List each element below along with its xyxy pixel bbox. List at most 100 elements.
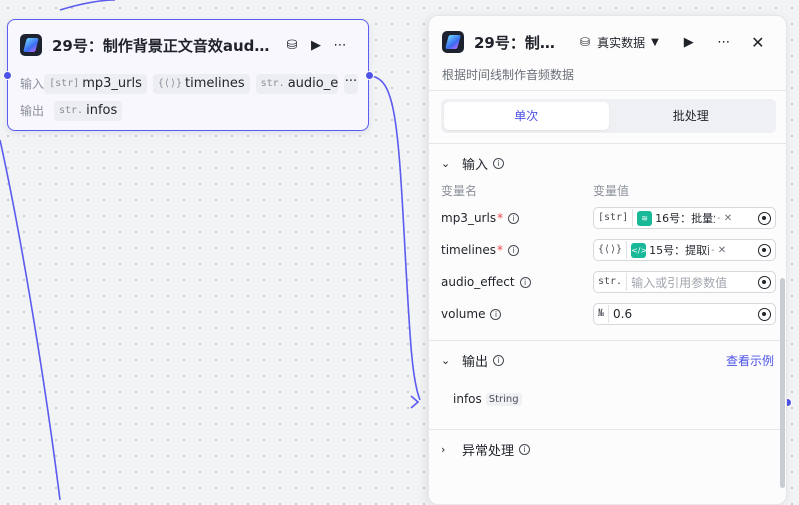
- section-title: 异常处理: [462, 443, 515, 459]
- variable-name-text: timelines: [441, 243, 497, 257]
- divider: [429, 90, 786, 91]
- variable-row-audio-effect: audio_effect i str. 输入或引用参数值: [429, 266, 786, 298]
- node-outputs-row: 输出 str. infos: [8, 97, 368, 124]
- required-marker: *: [497, 243, 504, 257]
- reference-target-icon[interactable]: [758, 243, 771, 257]
- input-chip-timelines: {⟨⟩} timelines: [152, 73, 250, 94]
- database-icon[interactable]: ⛁: [280, 38, 304, 53]
- variable-name-text: audio_effect: [441, 275, 515, 289]
- output-port[interactable]: [365, 71, 374, 80]
- required-marker: *: [497, 211, 504, 225]
- panel-description: 根据时间线制作音频数据: [442, 68, 575, 82]
- input-chip-audio-effect: str.audio_effec: [255, 73, 338, 94]
- type-icon: str.: [260, 78, 285, 89]
- variable-name: timelines * i: [441, 243, 593, 257]
- clear-icon[interactable]: ✕: [718, 245, 726, 256]
- output-chip-infos: str. infos: [54, 100, 123, 121]
- input-value: 0.6: [613, 307, 633, 321]
- chip-label: timelines: [185, 76, 245, 91]
- data-mode-select[interactable]: ⛁ 真实数据 ▼: [580, 34, 659, 51]
- close-icon[interactable]: ✕: [749, 33, 767, 52]
- variable-input-field[interactable]: str. 输入或引用参数值: [593, 271, 776, 293]
- node-inputs-row: 输入 [str] mp3_urls {⟨⟩} timelines str. audio…: [8, 70, 368, 97]
- panel-header: 29号：制… ⛁ 真实数据 ▼ ▶ ⋯ ✕: [429, 16, 786, 68]
- output-name: infos: [453, 392, 482, 406]
- input-section-header[interactable]: ⌄ 输入 i: [429, 144, 786, 182]
- type-icon: {⟨⟩}: [157, 78, 182, 89]
- more-inputs-button[interactable]: ···: [343, 73, 359, 94]
- node-title: 29号：制作背景正文音效aud…: [52, 36, 270, 55]
- reference-target-icon[interactable]: [758, 275, 771, 289]
- layers-icon: ≋: [637, 210, 653, 226]
- type-icon: №: [598, 305, 610, 323]
- error-section-header[interactable]: › 异常处理 i: [429, 430, 786, 468]
- reference-target-icon[interactable]: [758, 211, 771, 225]
- info-icon[interactable]: i: [519, 443, 531, 455]
- code-icon: </>: [631, 242, 647, 258]
- variable-name: mp3_urls * i: [441, 211, 593, 225]
- dash-icon: -: [711, 244, 715, 256]
- more-options-button[interactable]: ⋯: [715, 35, 733, 50]
- tab-batch[interactable]: 批处理: [609, 102, 774, 130]
- variable-column-headers: 变量名 变量值: [429, 182, 786, 202]
- variable-name: audio_effect i: [441, 275, 593, 289]
- node-settings-panel: 29号：制… ⛁ 真实数据 ▼ ▶ ⋯ ✕ 根据时间线制作音频数据 单次 批处理…: [428, 15, 787, 505]
- run-node-button[interactable]: ▶: [304, 38, 328, 53]
- variable-row-timelines: timelines* i {⟨⟩} </> 15号：提取配… - ✕: [429, 234, 786, 266]
- placeholder-text: 输入或引用参数值: [631, 275, 728, 290]
- variable-row-mp3-urls: mp3_urls* i [str] ≋ 16号：批量生… - ✕: [429, 202, 786, 234]
- input-label: 输入: [20, 77, 45, 91]
- type-icon: [str]: [598, 209, 634, 227]
- chevron-down-icon: ⌄: [441, 353, 451, 367]
- reference-target-icon[interactable]: [758, 307, 771, 321]
- panel-scrollbar[interactable]: [780, 278, 785, 488]
- input-port[interactable]: [3, 71, 12, 80]
- info-icon[interactable]: i: [519, 276, 531, 288]
- section-title: 输出: [462, 354, 489, 370]
- view-example-link[interactable]: 查看示例: [726, 352, 774, 369]
- variable-name: volume i: [441, 307, 593, 321]
- variable-ref-field[interactable]: {⟨⟩} </> 15号：提取配… - ✕: [593, 239, 776, 261]
- dash-icon: -: [717, 212, 721, 224]
- input-chip-mp3-urls: [str] mp3_urls: [44, 73, 147, 94]
- variable-name-text: volume: [441, 307, 486, 321]
- output-label: 输出: [20, 104, 45, 118]
- clear-icon[interactable]: ✕: [724, 213, 732, 224]
- col-value-header: 变量值: [593, 184, 630, 198]
- chip-label: mp3_urls: [82, 76, 142, 91]
- info-icon[interactable]: i: [493, 354, 505, 366]
- info-icon[interactable]: i: [490, 308, 502, 320]
- run-mode-tabs: 单次 批处理: [441, 99, 776, 133]
- info-icon[interactable]: i: [508, 244, 520, 256]
- reference-value: 16号：批量生…: [655, 212, 715, 225]
- panel-title: 29号：制…: [474, 33, 555, 52]
- workflow-node-29[interactable]: 29号：制作背景正文音效aud… ⛁ ▶ ⋯ 输入 [str] mp3_urls …: [7, 19, 369, 131]
- run-button[interactable]: ▶: [681, 35, 697, 50]
- database-icon: ⛁: [580, 35, 591, 49]
- more-options-button[interactable]: ⋯: [328, 38, 352, 53]
- output-item: infos String: [429, 379, 786, 419]
- plugin-logo-icon: [20, 34, 42, 56]
- chevron-right-icon: ›: [441, 442, 446, 456]
- type-icon: str.: [598, 273, 628, 291]
- info-icon[interactable]: i: [508, 212, 520, 224]
- output-type-badge: String: [485, 392, 522, 406]
- data-mode-label: 真实数据: [597, 35, 646, 50]
- tab-single[interactable]: 单次: [444, 102, 609, 130]
- variable-ref-field[interactable]: [str] ≋ 16号：批量生… - ✕: [593, 207, 776, 229]
- chip-label: audio_effec: [287, 76, 338, 91]
- reference-value: 15号：提取配…: [649, 244, 709, 257]
- plugin-logo-icon: [442, 31, 464, 53]
- info-icon[interactable]: i: [493, 157, 505, 169]
- output-section-header[interactable]: ⌄ 输出 i 查看示例: [429, 341, 786, 379]
- variable-name-text: mp3_urls: [441, 211, 497, 225]
- type-icon: {⟨⟩}: [598, 241, 628, 259]
- node-header: 29号：制作背景正文音效aud… ⛁ ▶ ⋯: [8, 20, 368, 70]
- variable-input-field[interactable]: № 0.6: [593, 303, 776, 325]
- caret-down-icon: ▼: [651, 36, 659, 48]
- chip-label: infos: [86, 103, 118, 118]
- variable-row-volume: volume i № 0.6: [429, 298, 786, 330]
- chevron-down-icon: ⌄: [441, 156, 451, 170]
- section-title: 输入: [462, 157, 489, 173]
- type-icon: str.: [59, 105, 84, 116]
